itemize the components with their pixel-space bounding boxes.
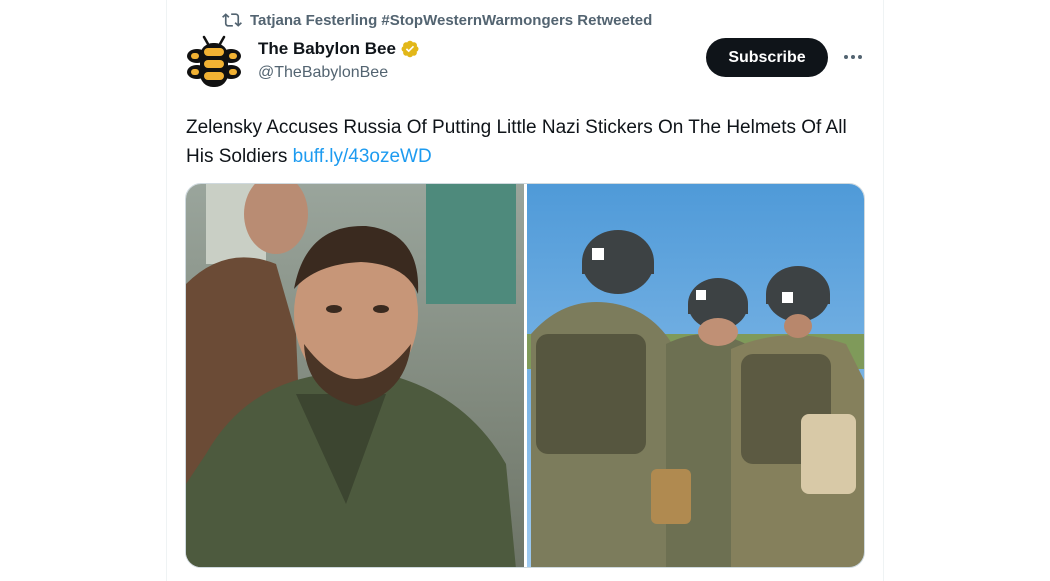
tweet-image bbox=[186, 184, 864, 567]
tweet-text: Zelensky Accuses Russia Of Putting Littl… bbox=[186, 113, 866, 171]
verified-badge-icon bbox=[401, 40, 419, 58]
more-options-button[interactable] bbox=[838, 44, 868, 70]
retweet-icon bbox=[222, 13, 242, 27]
more-icon bbox=[844, 55, 862, 59]
author-handle[interactable]: @TheBabylonBee bbox=[258, 64, 420, 82]
avatar[interactable] bbox=[186, 34, 242, 90]
tweet-media[interactable] bbox=[185, 183, 865, 568]
author-name[interactable]: The Babylon Bee bbox=[258, 39, 396, 59]
tweet-link[interactable]: buff.ly/43ozeWD bbox=[293, 146, 432, 167]
retweet-context[interactable]: Tatjana Festerling #StopWesternWarmonger… bbox=[222, 9, 652, 31]
retweet-text: Tatjana Festerling #StopWesternWarmonger… bbox=[250, 11, 653, 29]
babylon-bee-logo bbox=[187, 35, 241, 87]
author-block[interactable]: The Babylon Bee @TheBabylonBee bbox=[258, 39, 420, 82]
tweet-body: Zelensky Accuses Russia Of Putting Littl… bbox=[186, 117, 847, 167]
subscribe-button[interactable]: Subscribe bbox=[706, 38, 828, 77]
